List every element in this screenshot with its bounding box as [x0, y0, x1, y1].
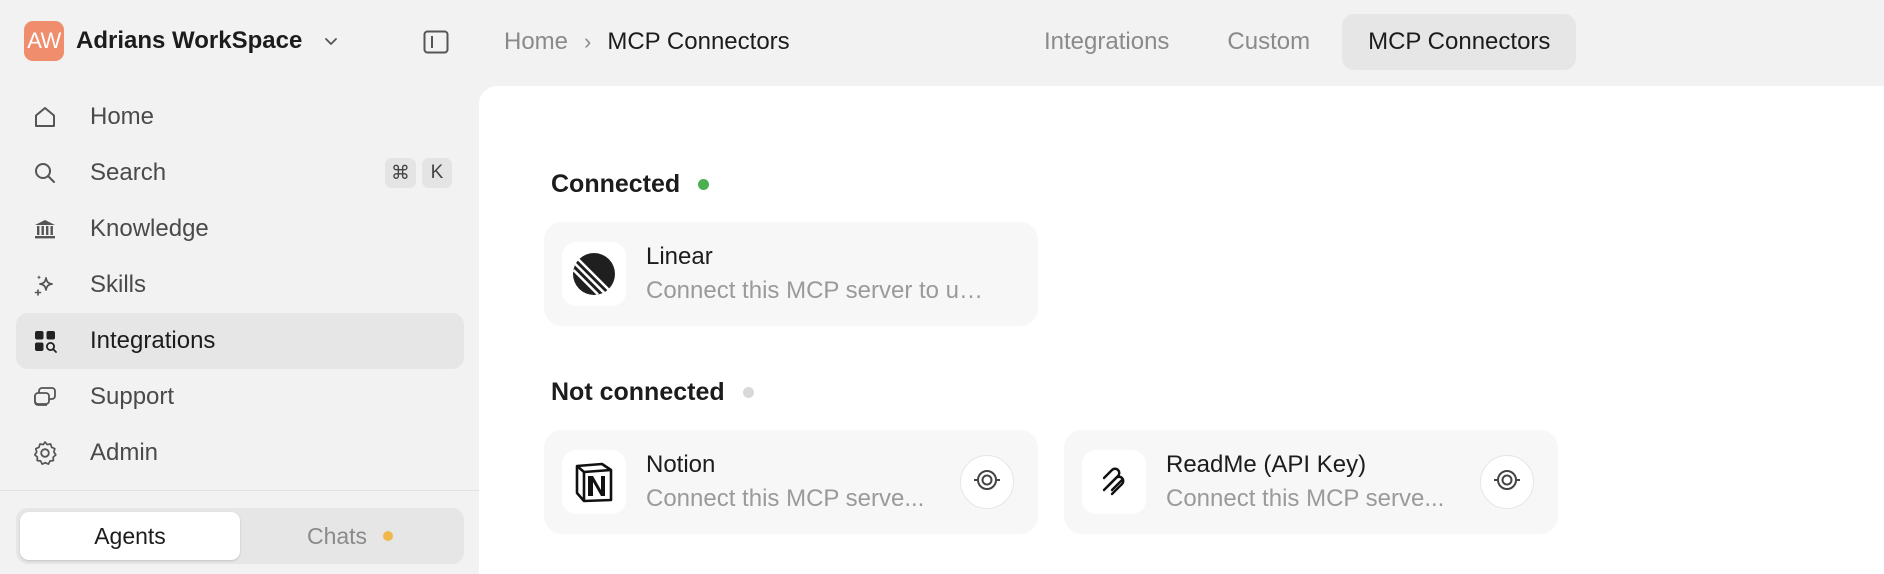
breadcrumb: Home › MCP Connectors [504, 24, 790, 60]
connect-button[interactable] [960, 455, 1014, 509]
shortcut-key-cmd: ⌘ [385, 158, 416, 188]
page-tabs: Integrations Custom MCP Connectors [1018, 14, 1577, 70]
home-icon [30, 102, 60, 132]
chats-tab[interactable]: Chats [240, 512, 460, 560]
sparkle-icon [30, 270, 60, 300]
search-icon [30, 158, 60, 188]
sidebar-item-search[interactable]: Search ⌘ K [16, 145, 464, 201]
breadcrumb-current: MCP Connectors [607, 28, 790, 55]
tab-integrations[interactable]: Integrations [1018, 14, 1195, 70]
breadcrumb-separator: › [584, 29, 592, 54]
workspace-avatar: AW [24, 21, 64, 61]
workspace-name: Adrians WorkSpace [76, 27, 303, 54]
tab-custom[interactable]: Custom [1201, 14, 1336, 70]
connector-name: ReadMe (API Key) [1166, 451, 1367, 478]
readme-logo-icon [1082, 450, 1146, 514]
not-connected-status-dot [742, 387, 754, 398]
connector-description: Connect this MCP serve... [646, 485, 925, 512]
connector-info: ReadMe (API Key) Connect this MCP serve.… [1166, 451, 1466, 513]
connector-name: Linear [646, 243, 713, 270]
connected-status-dot [698, 179, 710, 190]
sidebar-item-label: Skills [90, 271, 147, 298]
agents-tab-label: Agents [94, 522, 166, 549]
sidebar-toggle-icon[interactable] [422, 29, 450, 55]
agents-tab[interactable]: Agents [20, 512, 240, 560]
connect-button[interactable] [1480, 455, 1534, 509]
sidebar-nav: Home Search ⌘ K Knowledge Skills Integra… [16, 89, 464, 481]
connector-info: Linear Connect this MCP server to us... [646, 243, 986, 305]
tab-mcp-connectors[interactable]: MCP Connectors [1342, 14, 1577, 70]
chevron-down-icon [322, 31, 342, 51]
chats-unread-dot [383, 531, 394, 541]
connect-icon [972, 465, 1002, 500]
connector-card-linear[interactable]: Linear Connect this MCP server to us... [544, 222, 1038, 326]
notion-logo-icon [562, 450, 626, 514]
sidebar-item-skills[interactable]: Skills [16, 257, 464, 313]
connected-section-title: Connected [551, 170, 710, 199]
library-icon [30, 214, 60, 244]
search-shortcut: ⌘ K [385, 158, 452, 188]
sidebar-item-label: Support [90, 383, 175, 410]
connect-icon [1492, 465, 1522, 500]
connector-description: Connect this MCP serve... [1166, 485, 1445, 512]
sidebar-item-home[interactable]: Home [16, 89, 464, 145]
linear-logo-icon [562, 242, 626, 306]
sidebar-item-label: Home [90, 103, 155, 130]
sidebar-item-label: Knowledge [90, 215, 209, 242]
agents-chats-toggle: Agents Chats [16, 508, 464, 564]
connector-info: Notion Connect this MCP serve... [646, 451, 936, 513]
sidebar-item-admin[interactable]: Admin [16, 425, 464, 481]
gear-icon [30, 438, 60, 468]
connector-description: Connect this MCP server to us... [646, 277, 986, 304]
sidebar-item-label: Search [90, 159, 167, 186]
connector-card-readme[interactable]: ReadMe (API Key) Connect this MCP serve.… [1064, 430, 1558, 534]
sidebar: AW Adrians WorkSpace Home Search ⌘ K Kno… [0, 0, 479, 574]
connected-title-text: Connected [551, 170, 681, 198]
grid-search-icon [30, 326, 60, 356]
connector-card-notion[interactable]: Notion Connect this MCP serve... [544, 430, 1038, 534]
not-connected-section-title: Not connected [551, 378, 754, 407]
chats-tab-label: Chats [306, 522, 368, 549]
chat-bubbles-icon [30, 382, 60, 412]
workspace-switcher[interactable]: AW Adrians WorkSpace [24, 21, 342, 61]
connector-name: Notion [646, 451, 716, 478]
shortcut-key-k: K [422, 158, 452, 188]
main-content: Connected Linear Connect this MCP server… [479, 86, 1884, 574]
breadcrumb-home[interactable]: Home [504, 28, 568, 56]
sidebar-item-knowledge[interactable]: Knowledge [16, 201, 464, 257]
not-connected-title-text: Not connected [551, 378, 725, 406]
sidebar-item-label: Integrations [90, 327, 216, 354]
sidebar-item-label: Admin [90, 439, 159, 466]
sidebar-item-support[interactable]: Support [16, 369, 464, 425]
sidebar-divider [0, 490, 479, 491]
sidebar-item-integrations[interactable]: Integrations [16, 313, 464, 369]
